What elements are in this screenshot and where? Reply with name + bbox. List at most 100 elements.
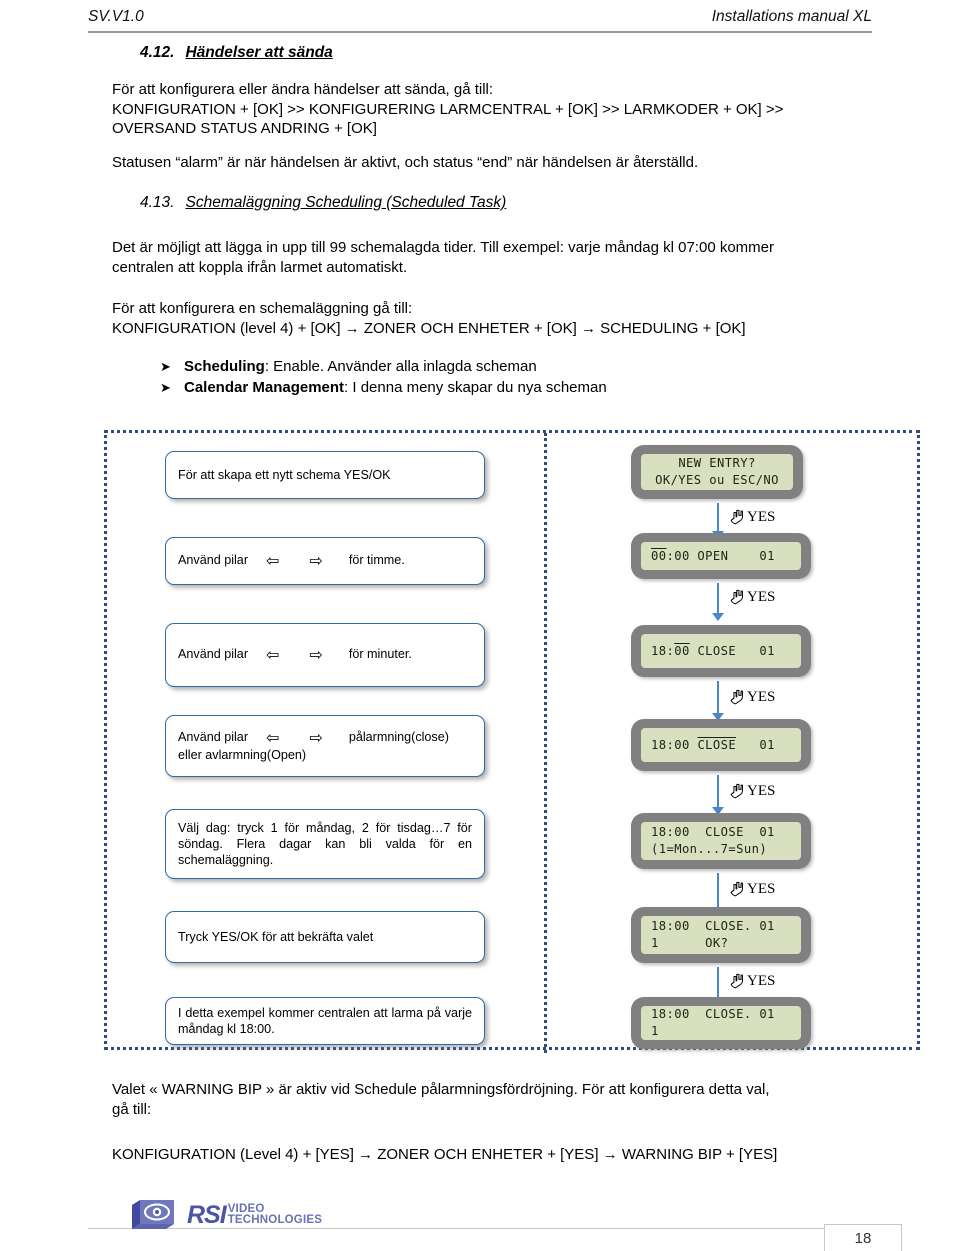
instruction-box-step6: Tryck YES/OK för att bekräfta valet [165,911,485,963]
list-item: ➤ Calendar Management: I denna meny skap… [160,377,872,398]
paragraph-4: Statusen “alarm” är när händelsen är akt… [112,153,699,171]
lcd-display-step2: 00:00 OPEN 01 [631,533,811,579]
instruction-box-step7: I detta exempel kommer centralen att lar… [165,997,485,1045]
header-divider [88,31,872,33]
eye-logo-icon [132,1198,178,1232]
section-number-413: 4.13. [140,194,175,211]
lcd-display-step3: 18:00 CLOSE 01 [631,625,811,677]
arrow-right-icon: ⇨ [309,647,323,664]
lcd-line-rest: 01 [736,737,775,752]
lcd-cursor-field: 00 [674,643,690,658]
lcd-display-step5: 18:00 CLOSE 01 (1=Mon...7=Sun) [631,813,811,869]
lcd-line-2: 1 OK? [651,936,729,950]
flow-arrow-label-6: YES [729,973,775,990]
paragraph-3: OVERSAND STATUS ANDRING + [OK] [112,120,377,137]
flow-arrow-label-3: YES [729,689,775,706]
lcd-cursor-field: CLOSE [697,737,737,752]
instruction-suffix: för minuter. [348,647,412,661]
logo-wordmark: RSI VIDEO TECHNOLOGIES [187,1201,322,1230]
instruction-text: Använd pilar ⇦ ⇨ för minuter. [178,646,472,664]
lcd-line-1: 00:00 OPEN 01 [651,548,791,565]
lcd-screen: 18:00 CLOSE. 01 1 OK? [641,916,801,954]
lcd-screen: 18:00 CLOSE 01 [641,634,801,668]
arrow-left-icon: ⇦ [266,647,280,664]
paragraph-7: För att konfigurera en schemaläggning gå… [112,300,413,317]
lcd-cursor-field: 00 [651,548,667,563]
lcd-line-2: (1=Mon...7=Sun) [651,842,768,856]
instruction-suffix: för timme. [348,553,405,567]
lcd-line-1: NEW ENTRY? [678,456,756,470]
flow-arrow-2 [709,583,727,621]
paragraph-6: centralen att koppla ifrån larmet automa… [112,258,408,276]
lcd-screen: 18:00 CLOSE. 01 1 [641,1006,801,1040]
lcd-display-step4: 18:00 CLOSE 01 [631,719,811,771]
pointing-hand-icon [729,783,746,800]
arrow-right-icon: ⇨ [309,553,323,570]
lcd-line-rest: CLOSE 01 [689,643,775,658]
pointing-hand-icon [729,973,746,990]
arrow-right-icon: ⇨ [309,730,323,747]
bottom-paragraph-2: gå till: [112,1100,152,1118]
instruction-prefix: Använd pilar [178,730,249,744]
logo-subtext: VIDEO TECHNOLOGIES [227,1203,323,1227]
instruction-text: Tryck YES/OK för att bekräfta valet [178,930,374,944]
lcd-line-1: 18:00 CLOSE 01 [651,825,775,839]
bottom-paragraph-3: KONFIGURATION (Level 4) + [YES] → ZONER … [112,1146,778,1163]
flow-arrow-label-1: YES [729,509,775,526]
logo-line-2: TECHNOLOGIES [227,1214,323,1226]
instruction-box-step4: Använd pilar ⇦ ⇨ pålarmning(close) eller av… [165,715,485,777]
list-item-text: : Enable. Använder alla inlagda scheman [264,358,537,375]
instruction-box-step1: För att skapa ett nytt schema YES/OK [165,451,485,499]
flow-arrow-3 [709,681,727,721]
lcd-screen: NEW ENTRY? OK/YES ou ESC/NO [641,454,793,490]
flow-arrow-4 [709,775,727,815]
chevron-right-icon: ➤ [160,359,171,374]
lcd-line-2: OK/YES ou ESC/NO [655,473,779,487]
header-title: Installations manual XL [711,8,872,25]
list-item: ➤ Scheduling: Enable. Använder alla inla… [160,356,872,377]
section-title-413: Schemaläggning Scheduling (Scheduled Tas… [185,194,507,211]
lcd-line-pre: 18: [651,643,675,658]
logo-rsi-text: RSI [187,1200,227,1229]
yes-label: YES [747,689,776,705]
paragraph-1: För att konfigurera eller ändra händelse… [112,81,494,98]
page-number-box: 18 [824,1224,902,1251]
feature-list: ➤ Scheduling: Enable. Använder alla inla… [112,356,872,398]
arrow-left-icon: ⇦ [266,730,280,747]
chevron-right-icon: ➤ [160,380,171,395]
lcd-line-pre: 18:00 [651,737,698,752]
bottom-content: Valet « WARNING BIP » är aktiv vid Sched… [112,1080,872,1165]
yes-label: YES [747,589,776,605]
yes-label: YES [747,783,776,799]
lcd-display-step7: 18:00 CLOSE. 01 1 [631,997,811,1049]
instruction-text: Använd pilar ⇦ ⇨ för timme. [178,552,472,570]
yes-label: YES [747,881,776,897]
section-title-412: Händelser att sända [185,44,333,61]
section-heading-413: 4.13. Schemaläggning Scheduling (Schedul… [112,194,872,212]
list-item-label: Scheduling [184,358,265,375]
lcd-screen: 00:00 OPEN 01 [641,542,801,570]
lcd-line-1: 18:00 CLOSE 01 [651,643,791,660]
bottom-paragraph-1: Valet « WARNING BIP » är aktiv vid Sched… [112,1081,770,1098]
flow-column-divider [544,433,547,1053]
lcd-line-2: 1 [651,1024,659,1038]
instruction-box-step2: Använd pilar ⇦ ⇨ för timme. [165,537,485,585]
instruction-prefix: Använd pilar [178,647,249,661]
lcd-display-step6: 18:00 CLOSE. 01 1 OK? [631,907,811,963]
pointing-hand-icon [729,509,746,526]
instruction-suffix: pålarmning(close) [348,730,449,744]
instruction-text: I detta exempel kommer centralen att lar… [178,1006,472,1036]
pointing-hand-icon [729,589,746,606]
paragraph-8: KONFIGURATION (level 4) + [OK] → ZONER O… [112,319,746,337]
instruction-text: Välj dag: tryck 1 för måndag, 2 för tisd… [178,821,472,867]
lcd-line-1: 18:00 CLOSE. 01 [651,919,775,933]
list-item-label: Calendar Management [184,379,345,396]
page-number: 18 [854,1229,872,1247]
instruction-box-step3: Använd pilar ⇦ ⇨ för minuter. [165,623,485,687]
scheduling-flow-diagram: För att skapa ett nytt schema YES/OK NEW… [104,430,920,1053]
lcd-line-1: 18:00 CLOSE. 01 [651,1007,775,1021]
document-page: SV.V1.0 Installations manual XL 4.12. Hä… [0,0,960,1251]
header-version: SV.V1.0 [88,8,144,25]
instruction-text: För att skapa ett nytt schema YES/OK [178,468,391,482]
lcd-line-rest: :00 OPEN 01 [666,548,775,563]
